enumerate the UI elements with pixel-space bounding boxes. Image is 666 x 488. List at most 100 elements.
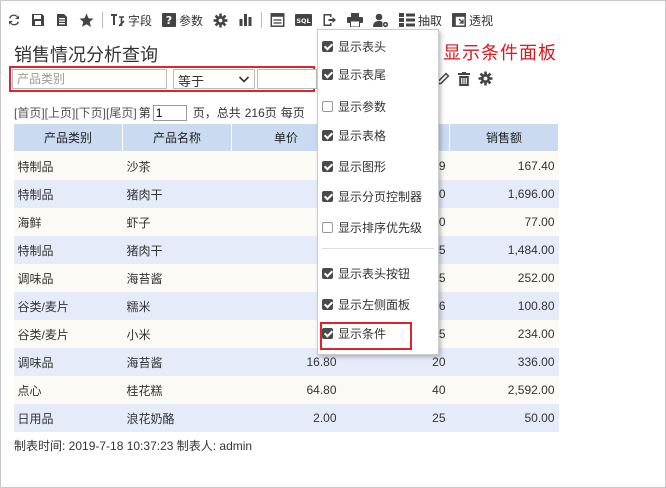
condition-field-input[interactable] (12, 69, 167, 89)
chart-button[interactable] (238, 13, 253, 27)
menu-item-checkbox[interactable] (322, 267, 333, 279)
pivot-button-label: 透视 (469, 13, 494, 28)
page-prefix: 第 (138, 106, 151, 120)
user-settings-button[interactable] (373, 13, 389, 28)
table-cell: 25 (340, 404, 450, 432)
gear-icon (213, 13, 228, 27)
table-cell: 40 (340, 376, 450, 404)
menu-item-checkbox[interactable] (322, 221, 333, 233)
trash-icon[interactable] (458, 71, 470, 86)
menu-item-label: 显示分页控制器 (338, 189, 423, 204)
menu-item[interactable]: 显示参数 (322, 96, 434, 116)
column-header[interactable]: 产品名称 (122, 123, 232, 152)
toolbar-separator (102, 12, 103, 28)
menu-item[interactable]: 显示表头按钮 (322, 263, 434, 283)
table-cell: 77.00 (449, 208, 559, 236)
table-cell: 谷类/麦片 (13, 292, 123, 320)
menu-item[interactable]: 显示分页控制器 (322, 186, 434, 206)
layout-icon (270, 13, 285, 27)
condition-operator-select[interactable]: 等于 (173, 69, 255, 89)
print-button[interactable] (347, 13, 364, 27)
menu-item-label: 显示排序优先级 (338, 220, 423, 235)
page-suffix: 页，总共 (192, 106, 241, 120)
menu-item-label: 显示表尾 (338, 67, 387, 82)
menu-item-checkbox[interactable] (322, 40, 333, 52)
menu-item-label: 显示表头按钮 (338, 266, 411, 281)
refresh-icon (9, 14, 19, 26)
table-cell: 沙茶 (122, 151, 232, 180)
table-cell: 1,696.00 (449, 180, 559, 208)
menu-item[interactable]: 显示排序优先级 (322, 217, 434, 237)
table-cell: 252.00 (449, 264, 559, 292)
table-row: 点心 桂花糕 64.80 40 2,592.00 (13, 376, 559, 404)
condition-value-input[interactable] (257, 69, 317, 89)
table-cell: 谷类/麦片 (13, 320, 123, 348)
menu-item-checkbox[interactable] (322, 190, 333, 202)
menu-item[interactable]: 显示左侧面板 (322, 294, 434, 314)
table-cell: 小米 (122, 320, 232, 348)
save-as-button[interactable] (55, 13, 69, 27)
report-footer: 制表时间: 2019-7-18 10:37:23 制表人: admin (14, 439, 253, 453)
menu-item[interactable]: 显示表格 (322, 125, 434, 145)
menu-item[interactable]: 显示表尾 (322, 64, 434, 84)
menu-item-label: 显示图形 (338, 159, 387, 174)
menu-item-checkbox[interactable] (322, 68, 333, 80)
table-cell: 特制品 (13, 180, 123, 208)
display-options-menu: 显示表头显示表尾显示参数显示表格显示图形显示分页控制器 显示排序优先级 显示表头按钮… (317, 29, 439, 355)
table-cell: 100.80 (449, 292, 559, 320)
next-page-link[interactable]: [下页] (75, 104, 106, 121)
chevron-down-icon (238, 76, 250, 83)
table-cell: 糯米 (122, 292, 232, 320)
param-button[interactable]: ? 参数 (162, 12, 203, 29)
layout-button[interactable] (270, 13, 285, 27)
svg-text:?: ? (166, 14, 172, 27)
field-icon (111, 14, 125, 27)
pivot-button[interactable]: 透视 (452, 12, 493, 29)
table-row: 谷类/麦片糯米166100.80 (13, 292, 559, 320)
page-title: 销售情况分析查询 (14, 45, 158, 65)
menu-item-checkbox[interactable] (322, 129, 333, 141)
last-page-link[interactable]: [尾页] (106, 104, 137, 121)
table-cell: 海苔酱 (122, 264, 232, 292)
menu-item[interactable]: 显示条件 (322, 323, 434, 343)
per-page-label: 每页 (280, 106, 305, 120)
extract-button[interactable]: 抽取 (399, 12, 442, 29)
pivot-icon (452, 13, 466, 27)
table-cell: 虾子 (122, 208, 232, 236)
page-number-input[interactable] (152, 104, 187, 121)
table-body: 特制品沙茶189167.40特制品猪肉干4201,696.00海鲜虾子7077.… (13, 151, 559, 432)
extract-icon (399, 13, 416, 27)
table-cell: 调味品 (13, 348, 123, 376)
sql-button[interactable]: SQL (295, 13, 313, 27)
menu-item-checkbox[interactable] (322, 327, 333, 339)
export-button[interactable] (322, 13, 337, 27)
settings-button[interactable] (213, 13, 228, 28)
table-row: 海鲜虾子7077.00 (13, 208, 559, 236)
table-cell: 特制品 (13, 236, 123, 264)
gear-icon[interactable] (478, 71, 493, 86)
column-header[interactable]: 产品类别 (13, 123, 123, 152)
toolbar-separator (261, 12, 263, 28)
menu-item-label: 显示表头 (338, 39, 387, 54)
menu-item[interactable]: 显示图形 (322, 156, 434, 176)
menu-item-checkbox[interactable] (322, 298, 333, 310)
first-page-link[interactable]: [首页] (14, 104, 45, 121)
condition-actions (436, 71, 493, 86)
menu-item[interactable]: 显示表头 (322, 36, 434, 56)
field-button[interactable]: 字段 (111, 12, 152, 29)
save-button[interactable] (31, 13, 45, 27)
prev-page-link[interactable]: [上页] (45, 104, 76, 121)
sales-table: 产品类别 产品名称 单价 数量 销售额 特制品沙茶189167.40特制品猪肉干… (13, 123, 559, 432)
column-header[interactable]: 销售额 (449, 123, 559, 152)
menu-item-checkbox[interactable] (322, 100, 333, 112)
table-cell: 336.00 (449, 348, 559, 376)
refresh-button[interactable] (7, 13, 21, 27)
table-cell: 桂花糕 (122, 376, 232, 404)
document-icon (57, 14, 67, 26)
save-icon (32, 14, 44, 26)
table-cell: 日用品 (13, 404, 123, 432)
table-cell: 浪花奶酪 (122, 404, 232, 432)
menu-item-checkbox[interactable] (322, 160, 333, 172)
table-cell: 特制品 (13, 151, 123, 180)
favorite-button[interactable] (79, 13, 94, 28)
